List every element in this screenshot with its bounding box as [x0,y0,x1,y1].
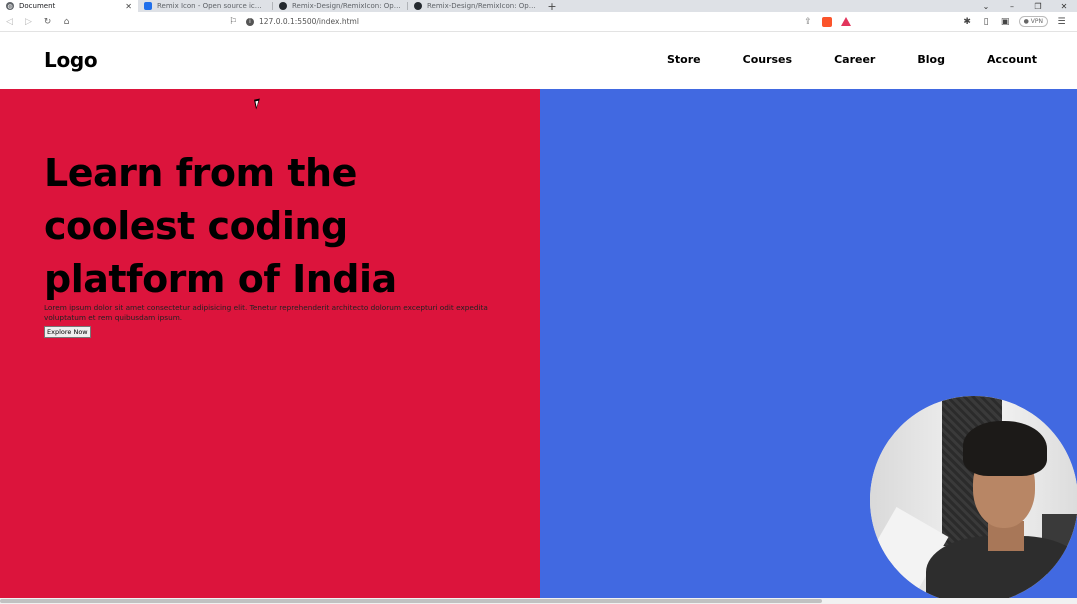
address-bar[interactable]: i 127.0.0.1:5500/index.html ⇪ [246,14,816,30]
info-icon[interactable]: i [246,17,254,26]
hero-title: Learn from the coolest coding platform o… [44,151,397,301]
back-icon[interactable]: ◁ [0,17,19,27]
tab-title: Remix Icon - Open source icon library [157,2,266,10]
site-header: Logo Store Courses Career Blog Account [0,33,1077,89]
nav-link-blog[interactable]: Blog [917,53,945,66]
tab-github-1[interactable]: Remix-Design/RemixIcon: Open source [273,0,407,12]
browser-toolbar: ◁ ▷ ↻ ⌂ ⚐ i 127.0.0.1:5500/index.html ⇪ … [0,12,1077,32]
tab-github-2[interactable]: Remix-Design/RemixIcon: Open source [408,0,542,12]
extensions-icon[interactable]: ✱ [958,17,977,27]
menu-icon[interactable]: ☰ [1052,17,1071,27]
tab-title: Remix-Design/RemixIcon: Open source [427,2,536,10]
scrollbar-thumb[interactable] [0,599,822,603]
bookmark-icon[interactable]: ⚐ [226,17,240,27]
remix-icon [144,2,152,10]
github-icon [414,2,422,10]
restore-button[interactable]: ❐ [1025,2,1051,11]
hero-description: Lorem ipsum dolor sit amet consectetur a… [44,303,488,322]
explore-now-button[interactable]: Explore Now [44,326,91,338]
main-nav: Store Courses Career Blog Account [625,53,1037,66]
nav-link-store[interactable]: Store [667,53,701,66]
forward-icon[interactable]: ▷ [19,17,38,27]
vpn-button[interactable]: ● VPN [1018,16,1048,27]
github-icon [279,2,287,10]
home-icon[interactable]: ⌂ [57,17,76,27]
horizontal-scrollbar[interactable] [0,598,1077,604]
webcam-person-hair [963,421,1047,476]
minimize-button[interactable]: – [999,2,1025,11]
sidebar-icon[interactable]: ▯ [977,17,996,27]
tab-title: Document [19,2,56,10]
nav-link-career[interactable]: Career [834,53,875,66]
url-text[interactable]: 127.0.0.1:5500/index.html [259,17,800,26]
close-icon[interactable]: ✕ [125,2,132,11]
wallet-icon[interactable]: ▣ [996,17,1015,27]
brave-shields-icon[interactable] [822,16,832,27]
tab-search-icon[interactable]: ⌄ [973,2,999,11]
nav-link-account[interactable]: Account [987,53,1037,66]
close-window-button[interactable]: ✕ [1051,2,1077,11]
toolbar-right: ✱ ▯ ▣ ● VPN ☰ [958,16,1077,27]
logo[interactable]: Logo [44,48,98,72]
brave-rewards-icon[interactable] [841,17,851,26]
nav-link-courses[interactable]: Courses [743,53,792,66]
window-controls: ⌄ – ❐ ✕ [973,0,1077,12]
globe-icon: ◍ [6,2,14,10]
share-icon[interactable]: ⇪ [800,17,816,27]
new-tab-button[interactable]: + [542,0,562,13]
tab-document[interactable]: ◍ Document ✕ [0,0,138,12]
vpn-label: VPN [1030,18,1043,25]
browser-tab-strip: ◍ Document ✕ Remix Icon - Open source ic… [0,0,1077,13]
hero-left-panel: Learn from the coolest coding platform o… [0,89,540,598]
tab-title: Remix-Design/RemixIcon: Open source [292,2,401,10]
tab-remix-icon[interactable]: Remix Icon - Open source icon library [138,0,272,12]
reload-icon[interactable]: ↻ [38,17,57,27]
webcam-overlay [870,396,1077,604]
